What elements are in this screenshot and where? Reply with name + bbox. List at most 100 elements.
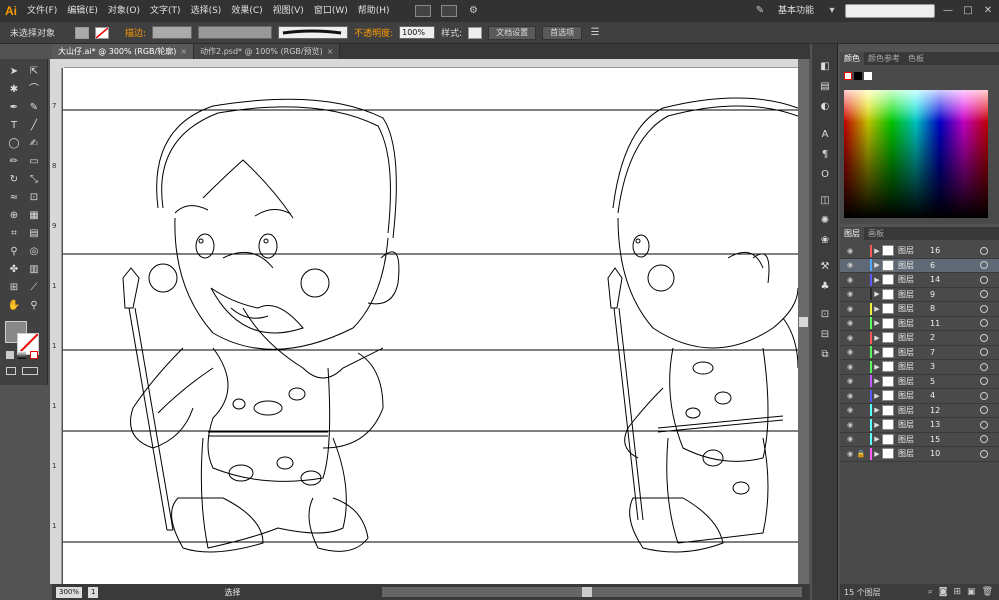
color-spectrum[interactable]	[844, 90, 988, 218]
target-circle-icon[interactable]	[980, 246, 988, 255]
visibility-eye-icon[interactable]: ◉	[844, 377, 856, 385]
opacity-label[interactable]: 不透明度:	[354, 26, 393, 39]
transparency-panel-icon[interactable]: ◫	[818, 194, 832, 208]
eraser-tool-icon[interactable]: ▭	[26, 155, 42, 169]
visibility-eye-icon[interactable]: ◉	[844, 421, 856, 429]
visibility-eye-icon[interactable]: ◉	[844, 319, 856, 327]
layer-row[interactable]: ◉ ▶ 图层 11	[840, 317, 999, 331]
visibility-eye-icon[interactable]: ◉	[844, 276, 856, 284]
layer-row[interactable]: ◉ ▶ 图层 2	[840, 331, 999, 346]
none-color-swatch[interactable]	[844, 72, 852, 80]
target-circle-icon[interactable]	[980, 261, 988, 270]
blend-tool-icon[interactable]: ◎	[26, 245, 42, 259]
tab-close-icon[interactable]: ×	[327, 47, 334, 56]
layer-row[interactable]: ◉ ▶ 图层 13	[840, 418, 999, 433]
pathfinder-panel-icon[interactable]: ⧉	[818, 348, 832, 362]
expand-arrow-icon[interactable]: ▶	[872, 276, 882, 284]
brushes-panel-icon[interactable]: ✺	[818, 214, 832, 228]
ellipse-tool-icon[interactable]: ◯	[6, 137, 22, 151]
opentype-panel-icon[interactable]: O	[818, 168, 832, 182]
vertical-ruler[interactable]: 7 8 9 1 1 1 1 1	[50, 68, 62, 584]
document-settings-button[interactable]: 文档设置	[488, 25, 537, 40]
opacity-input[interactable]: 100%	[399, 26, 436, 39]
panel-menu-icon[interactable]: ☰	[588, 26, 602, 40]
clipping-mask-icon[interactable]: ◙	[939, 587, 948, 597]
align-panel-icon[interactable]: ⊟	[818, 328, 832, 342]
expand-arrow-icon[interactable]: ▶	[872, 450, 882, 458]
layer-row[interactable]: ◉ ▶ 图层 3	[840, 360, 999, 375]
slice-tool-icon[interactable]: ⟋	[26, 281, 42, 295]
tab-color-guide[interactable]: 颜色参考	[864, 52, 904, 65]
horizontal-scrollbar[interactable]	[382, 587, 802, 597]
tab-artboards[interactable]: 画板	[864, 227, 888, 240]
gradient-mode-icon[interactable]	[18, 351, 26, 359]
lock-icon[interactable]: 🔒	[856, 450, 866, 458]
artboard-tool-icon[interactable]: ⊞	[6, 281, 22, 295]
free-transform-tool-icon[interactable]: ⊡	[26, 191, 42, 205]
layer-row[interactable]: ◉ ▶ 图层 6	[840, 258, 999, 273]
direct-selection-tool-icon[interactable]: ⇱	[26, 65, 42, 79]
brush-definition-select[interactable]	[278, 26, 349, 39]
menu-type[interactable]: 文字(T)	[145, 0, 186, 22]
warp-tool-icon[interactable]: ≈	[6, 191, 22, 205]
artboard-page-field[interactable]: 1	[88, 586, 99, 598]
zoom-level-field[interactable]: 300%	[56, 586, 83, 598]
perspective-grid-tool-icon[interactable]: ▦	[26, 209, 42, 223]
scrollbar-thumb[interactable]	[582, 587, 592, 597]
target-circle-icon[interactable]	[980, 304, 988, 313]
gradient-tool-icon[interactable]: ▤	[26, 227, 42, 241]
fill-swatch[interactable]	[75, 26, 90, 39]
brush-tool-panel-icon[interactable]: ⚒	[818, 260, 832, 274]
white-color-swatch[interactable]	[864, 72, 872, 80]
pin-icon[interactable]: ✎	[753, 4, 767, 18]
menu-object[interactable]: 对象(O)	[103, 0, 145, 22]
visibility-eye-icon[interactable]: ◉	[844, 450, 856, 458]
arrange-documents-icon[interactable]	[440, 5, 457, 17]
none-mode-icon[interactable]	[30, 351, 38, 359]
curvature-tool-icon[interactable]: ✎	[26, 101, 42, 115]
layer-row[interactable]: ◉ 🔒 ▶ 图层 10	[840, 447, 999, 462]
transform-panel-icon[interactable]: ⊡	[818, 308, 832, 322]
tab-close-icon[interactable]: ×	[180, 47, 187, 56]
selection-tool-icon[interactable]: ➤	[6, 65, 22, 79]
target-circle-icon[interactable]	[980, 348, 988, 357]
line-tool-icon[interactable]: ╱	[26, 119, 42, 133]
tab-color[interactable]: 颜色	[840, 52, 864, 65]
expand-arrow-icon[interactable]: ▶	[872, 348, 882, 356]
menu-help[interactable]: 帮助(H)	[353, 0, 395, 22]
visibility-eye-icon[interactable]: ◉	[844, 247, 856, 255]
workspace-dropdown-icon[interactable]: ▾	[825, 4, 839, 18]
expand-arrow-icon[interactable]: ▶	[872, 305, 882, 313]
expand-arrow-icon[interactable]: ▶	[872, 406, 882, 414]
tab-document-ai[interactable]: 大山仔.ai* @ 300% (RGB/轮廓) ×	[52, 44, 195, 59]
visibility-eye-icon[interactable]: ◉	[844, 348, 856, 356]
locate-object-icon[interactable]: ⌕	[928, 587, 933, 597]
tab-document-psd[interactable]: 动作2.psd* @ 100% (RGB/预览) ×	[194, 44, 341, 59]
eyedropper-tool-icon[interactable]: ⚲	[6, 245, 22, 259]
scale-tool-icon[interactable]: ⤡	[26, 173, 42, 187]
expand-arrow-icon[interactable]: ▶	[872, 377, 882, 385]
maximize-button[interactable]: □	[961, 4, 975, 18]
pencil-tool-icon[interactable]: ✏	[6, 155, 22, 169]
minimize-button[interactable]: —	[941, 4, 955, 18]
tab-layers[interactable]: 图层	[840, 227, 864, 240]
visibility-eye-icon[interactable]: ◉	[844, 392, 856, 400]
target-circle-icon[interactable]	[980, 275, 988, 284]
magic-wand-tool-icon[interactable]: ✱	[6, 83, 22, 97]
target-circle-icon[interactable]	[980, 406, 988, 415]
stroke-weight-input[interactable]	[152, 26, 193, 39]
visibility-eye-icon[interactable]: ◉	[844, 435, 856, 443]
scrollbar-thumb[interactable]	[799, 317, 808, 327]
gpu-icon[interactable]: ⚙	[467, 4, 481, 18]
menu-effect[interactable]: 效果(C)	[226, 0, 267, 22]
zoom-tool-icon[interactable]: ⚲	[26, 299, 42, 313]
pen-tool-icon[interactable]: ✒	[6, 101, 22, 115]
horizontal-ruler[interactable]	[64, 59, 798, 68]
visibility-eye-icon[interactable]: ◉	[844, 363, 856, 371]
visibility-eye-icon[interactable]: ◉	[844, 290, 856, 298]
draw-normal-icon[interactable]	[6, 367, 16, 375]
ruler-corner[interactable]	[50, 59, 64, 68]
menu-file[interactable]: 文件(F)	[22, 0, 62, 22]
search-input[interactable]	[845, 4, 935, 18]
menu-edit[interactable]: 编辑(E)	[62, 0, 103, 22]
